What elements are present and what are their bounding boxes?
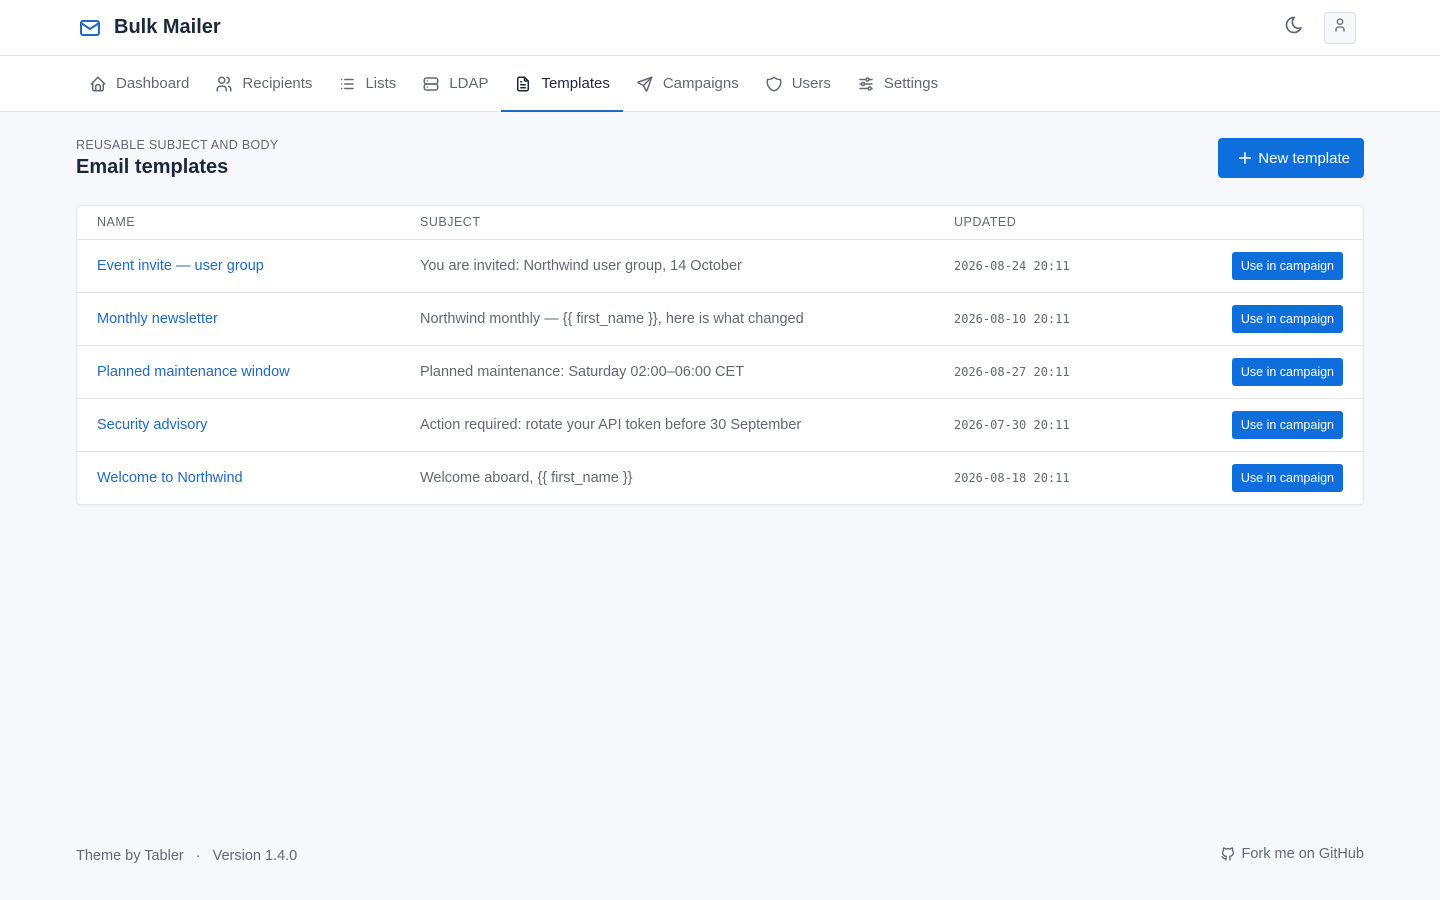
main-nav: Dashboard Recipients Lists LDAP Template… bbox=[0, 56, 1440, 112]
file-text-icon bbox=[514, 75, 532, 93]
template-subject: Northwind monthly — {{ first_name }}, he… bbox=[400, 292, 934, 346]
nav-item-users[interactable]: Users bbox=[752, 56, 844, 111]
table-row: Planned maintenance window Planned maint… bbox=[77, 345, 1363, 399]
nav-item-campaigns[interactable]: Campaigns bbox=[623, 56, 752, 111]
column-header-updated: Updated bbox=[934, 206, 1134, 240]
template-updated: 2026-07-30 20:11 bbox=[934, 398, 1134, 452]
nav-label: Users bbox=[791, 75, 831, 92]
templates-table: Name Subject Updated Event invite — user… bbox=[77, 206, 1363, 504]
column-header-name: Name bbox=[77, 206, 400, 240]
nav-label: Recipients bbox=[242, 75, 313, 92]
moon-icon bbox=[1284, 15, 1304, 40]
brand[interactable]: Bulk Mailer bbox=[78, 16, 221, 40]
template-updated: 2026-08-10 20:11 bbox=[934, 292, 1134, 346]
use-in-campaign-button[interactable]: Use in campaign bbox=[1231, 304, 1343, 333]
server-icon bbox=[422, 75, 440, 93]
table-row: Security advisory Action required: rotat… bbox=[77, 398, 1363, 452]
nav-item-dashboard[interactable]: Dashboard bbox=[76, 56, 202, 111]
nav-item-recipients[interactable]: Recipients bbox=[202, 56, 325, 111]
nav-item-settings[interactable]: Settings bbox=[844, 56, 951, 111]
template-subject: Planned maintenance: Saturday 02:00–06:0… bbox=[400, 345, 934, 399]
user-menu-button[interactable] bbox=[1324, 11, 1356, 44]
users-icon bbox=[215, 75, 233, 93]
nav-label: Lists bbox=[365, 75, 397, 92]
use-in-campaign-button[interactable]: Use in campaign bbox=[1231, 357, 1343, 386]
column-header-subject: Subject bbox=[400, 206, 934, 240]
template-name-link[interactable]: Security advisory bbox=[97, 417, 207, 433]
nav-item-templates[interactable]: Templates bbox=[501, 56, 624, 112]
new-template-button[interactable]: New template bbox=[1218, 138, 1364, 178]
use-in-campaign-button[interactable]: Use in campaign bbox=[1231, 410, 1343, 439]
adjustments-icon bbox=[857, 75, 875, 93]
table-row: Event invite — user group You are invite… bbox=[77, 239, 1363, 293]
template-name-link[interactable]: Welcome to Northwind bbox=[97, 470, 243, 486]
template-subject: Welcome aboard, {{ first_name }} bbox=[420, 469, 633, 486]
table-header-row: Name Subject Updated bbox=[77, 206, 1363, 240]
page-title: Email templates bbox=[76, 156, 229, 178]
template-subject: Action required: rotate your API token b… bbox=[400, 398, 934, 452]
table-row: Welcome to Northwind Welcome aboard, {{ … bbox=[77, 451, 1363, 504]
nav-label: Dashboard bbox=[116, 75, 190, 92]
page-header: Reusable subject and body Email template… bbox=[0, 112, 1440, 179]
use-in-campaign-button[interactable]: Use in campaign bbox=[1231, 463, 1343, 492]
dark-mode-toggle[interactable] bbox=[1284, 15, 1304, 40]
version-text: Version 1.4.0 bbox=[212, 848, 298, 864]
send-icon bbox=[636, 75, 654, 93]
template-name-link[interactable]: Monthly newsletter bbox=[97, 311, 218, 327]
nav-label: LDAP bbox=[449, 75, 489, 92]
app-title: Bulk Mailer bbox=[114, 16, 221, 38]
new-template-label: New template bbox=[1258, 149, 1350, 167]
nav-item-ldap[interactable]: LDAP bbox=[409, 56, 501, 111]
nav-label: Templates bbox=[541, 75, 610, 92]
footer: Theme by Tabler · Version 1.4.0 Fork me … bbox=[76, 844, 1364, 864]
github-link-label: Fork me on GitHub bbox=[1241, 846, 1365, 862]
plus-icon bbox=[1236, 149, 1254, 167]
github-link[interactable]: Fork me on GitHub bbox=[1220, 846, 1365, 862]
page-pretitle: Reusable subject and body bbox=[76, 138, 279, 152]
list-icon bbox=[338, 75, 356, 93]
use-in-campaign-button[interactable]: Use in campaign bbox=[1231, 251, 1343, 280]
mail-icon bbox=[78, 16, 102, 40]
home-icon bbox=[89, 75, 107, 93]
table-row: Monthly newsletter Northwind monthly — {… bbox=[77, 292, 1363, 346]
column-header-actions bbox=[1134, 206, 1363, 240]
footer-separator: · bbox=[195, 848, 201, 864]
template-updated: 2026-08-27 20:11 bbox=[934, 345, 1134, 399]
nav-item-lists[interactable]: Lists bbox=[325, 56, 409, 111]
template-name-link[interactable]: Event invite — user group bbox=[97, 258, 264, 274]
shield-icon bbox=[765, 75, 783, 93]
top-bar: Bulk Mailer bbox=[0, 0, 1440, 56]
template-updated: 2026-08-24 20:11 bbox=[934, 239, 1134, 293]
template-name-link[interactable]: Planned maintenance window bbox=[97, 364, 290, 380]
template-updated: 2026-08-18 20:11 bbox=[954, 470, 1070, 485]
nav-label: Campaigns bbox=[662, 75, 739, 92]
github-icon bbox=[1220, 846, 1236, 862]
template-subject: You are invited: Northwind user group, 1… bbox=[400, 239, 934, 293]
nav-label: Settings bbox=[883, 75, 939, 92]
templates-card: Name Subject Updated Event invite — user… bbox=[76, 205, 1364, 505]
user-icon bbox=[1332, 17, 1348, 38]
theme-credit-link[interactable]: Theme by Tabler bbox=[76, 848, 184, 864]
